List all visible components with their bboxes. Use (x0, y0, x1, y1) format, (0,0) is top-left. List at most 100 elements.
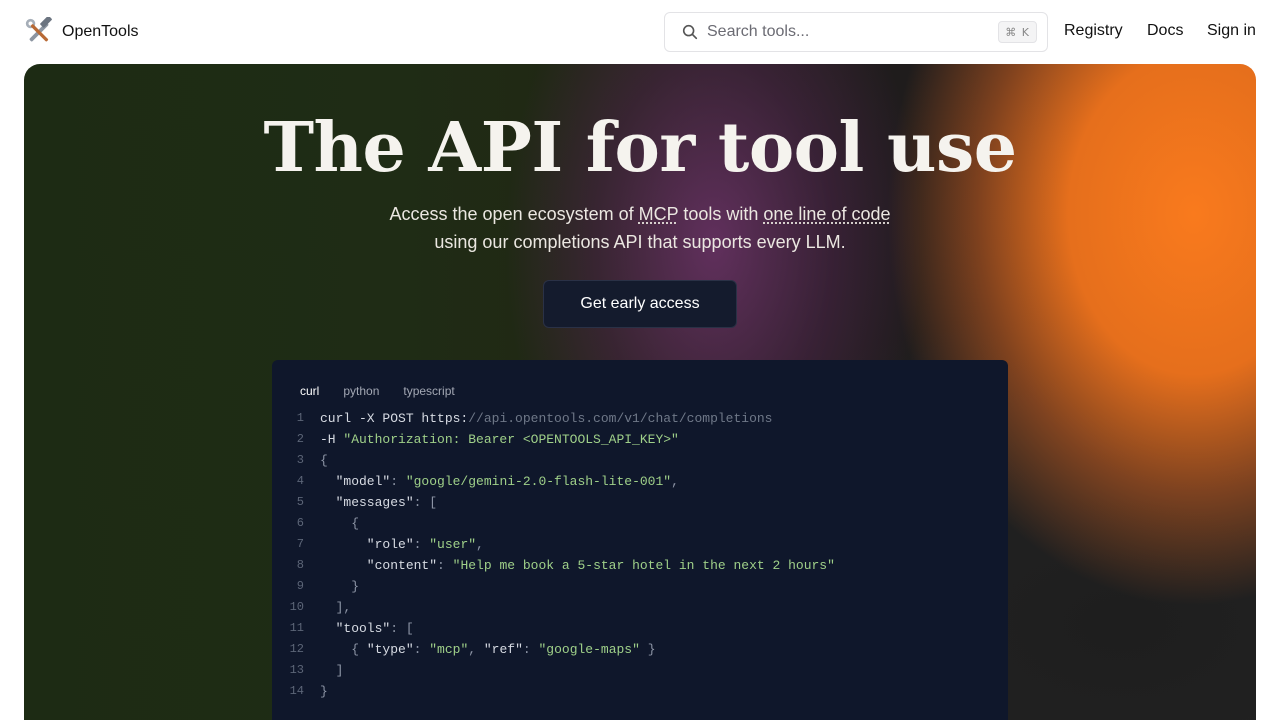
code-token: : [ (390, 621, 414, 636)
code-token: "ref" (483, 642, 523, 657)
get-early-access-button[interactable]: Get early access (543, 280, 737, 328)
code-text: "tools": [ (320, 618, 414, 639)
tab-python[interactable]: python (343, 383, 379, 399)
line-number: 1 (296, 411, 304, 425)
subtitle-text: using our completions API that supports … (434, 232, 846, 252)
code-line: 2 -H "Authorization: Bearer <OPENTOOLS_AP… (272, 429, 1008, 450)
code-line: 5 "messages": [ (272, 492, 1008, 513)
code-text: ], (320, 597, 352, 618)
line-number: 9 (296, 579, 304, 593)
code-line: 9 } (272, 576, 1008, 597)
line-number: 13 (289, 663, 304, 677)
code-token: } (320, 684, 328, 699)
code-token: : (413, 537, 430, 552)
site-header: OpenTools ⌘ K Registry Docs Sign in (0, 0, 1280, 64)
code-line: 10 ], (272, 597, 1008, 618)
line-number: 10 (289, 600, 304, 614)
code-token: , (476, 537, 484, 552)
code-token: { (320, 516, 360, 531)
subtitle-text: Access the open ecosystem of (389, 204, 639, 224)
code-line: 14} (272, 681, 1008, 702)
code-text: "content": "Help me book a 5-star hotel … (320, 555, 835, 576)
subtitle-text: tools with (678, 204, 764, 224)
code-token: "mcp" (429, 642, 469, 657)
code-token: "google/gemini-2.0-flash-lite-001" (405, 474, 672, 489)
code-token: "user" (429, 537, 477, 552)
search-icon (682, 24, 698, 40)
code-line: 3{ (272, 450, 1008, 471)
line-number: 2 (296, 432, 304, 446)
hammer-wrench-icon (25, 17, 52, 42)
tab-typescript[interactable]: typescript (403, 383, 454, 399)
sign-in-link[interactable]: Sign in (1207, 20, 1256, 42)
code-token: : (437, 558, 453, 573)
code-token: , (671, 474, 679, 489)
code-token: "type" (366, 642, 414, 657)
code-token: -H (320, 432, 344, 447)
code-line: 13 ] (272, 660, 1008, 681)
code-text: } (320, 576, 359, 597)
code-line: 4 "model": "google/gemini-2.0-flash-lite… (272, 471, 1008, 492)
code-text: { (320, 513, 359, 534)
code-text: "model": "google/gemini-2.0-flash-lite-0… (320, 471, 679, 492)
code-token: : (413, 642, 430, 657)
code-text: "messages": [ (320, 492, 437, 513)
one-line-of-code-term[interactable]: one line of code (763, 204, 890, 224)
line-number: 11 (289, 621, 304, 635)
code-token: : (390, 474, 406, 489)
code-token: , (468, 642, 484, 657)
line-number: 14 (289, 684, 304, 698)
code-token: "role" (320, 537, 414, 552)
line-number: 5 (296, 495, 304, 509)
code-text: } (320, 681, 328, 702)
code-token: { (320, 642, 367, 657)
code-line: 11 "tools": [ (272, 618, 1008, 639)
nav-registry-link[interactable]: Registry (1064, 20, 1123, 42)
code-text: "role": "user", (320, 534, 484, 555)
line-number: 3 (296, 453, 304, 467)
code-token: "google-maps" (538, 642, 640, 657)
hero-title: The API for tool use (263, 108, 1017, 188)
code-token: ], (320, 600, 352, 615)
code-text: { (320, 450, 328, 471)
brand-name: OpenTools (62, 23, 139, 40)
code-text: { "type": "mcp", "ref": "google-maps" } (320, 639, 656, 660)
code-token: : (522, 642, 539, 657)
search-input[interactable] (707, 23, 999, 41)
search-box[interactable]: ⌘ K (664, 12, 1048, 52)
keyboard-shortcut-badge: ⌘ K (998, 21, 1037, 43)
code-example-panel: curl python typescript 1 curl -X POST htt… (272, 360, 1008, 720)
line-number: 8 (296, 558, 304, 572)
hero-section: The API for tool use Access the open eco… (24, 64, 1256, 720)
code-text: ] (320, 660, 344, 681)
code-token: "Help me book a 5-star hotel in the next… (452, 558, 835, 573)
code-token: curl -X POST https: (320, 411, 469, 426)
code-line: 7 "role": "user", (272, 534, 1008, 555)
code-token: "Authorization: Bearer <OPENTOOLS_API_KE… (343, 432, 679, 447)
brand-logo-link[interactable]: OpenTools (24, 16, 139, 48)
code-text: curl -X POST https://api.opentools.com/v… (320, 408, 772, 429)
code-line: 1 curl -X POST https://api.opentools.com/… (272, 408, 1008, 429)
code-token: "model" (320, 474, 391, 489)
code-token: "content" (320, 558, 438, 573)
code-line: 8 "content": "Help me book a 5-star hote… (272, 555, 1008, 576)
line-number: 4 (296, 474, 304, 488)
code-block: 1 curl -X POST https://api.opentools.com/… (272, 408, 1008, 702)
tab-curl[interactable]: curl (300, 383, 319, 399)
code-token: "messages" (320, 495, 414, 510)
line-number: 6 (296, 516, 304, 530)
code-token: //api.opentools.com/v1/chat/completions (468, 411, 773, 426)
code-text: -H "Authorization: Bearer <OPENTOOLS_API… (320, 429, 679, 450)
code-token: } (320, 579, 360, 594)
code-token: : [ (413, 495, 438, 510)
code-token: { (320, 453, 328, 468)
line-number: 7 (296, 537, 304, 551)
mcp-term[interactable]: MCP (639, 204, 679, 224)
code-token: ] (320, 663, 344, 678)
code-token: } (639, 642, 656, 657)
hero-subtitle: Access the open ecosystem of MCP tools w… (24, 200, 1256, 256)
code-language-tabs: curl python typescript (300, 383, 455, 399)
code-line: 12 { "type": "mcp", "ref": "google-maps"… (272, 639, 1008, 660)
line-number: 12 (289, 642, 304, 656)
nav-docs-link[interactable]: Docs (1147, 20, 1183, 42)
